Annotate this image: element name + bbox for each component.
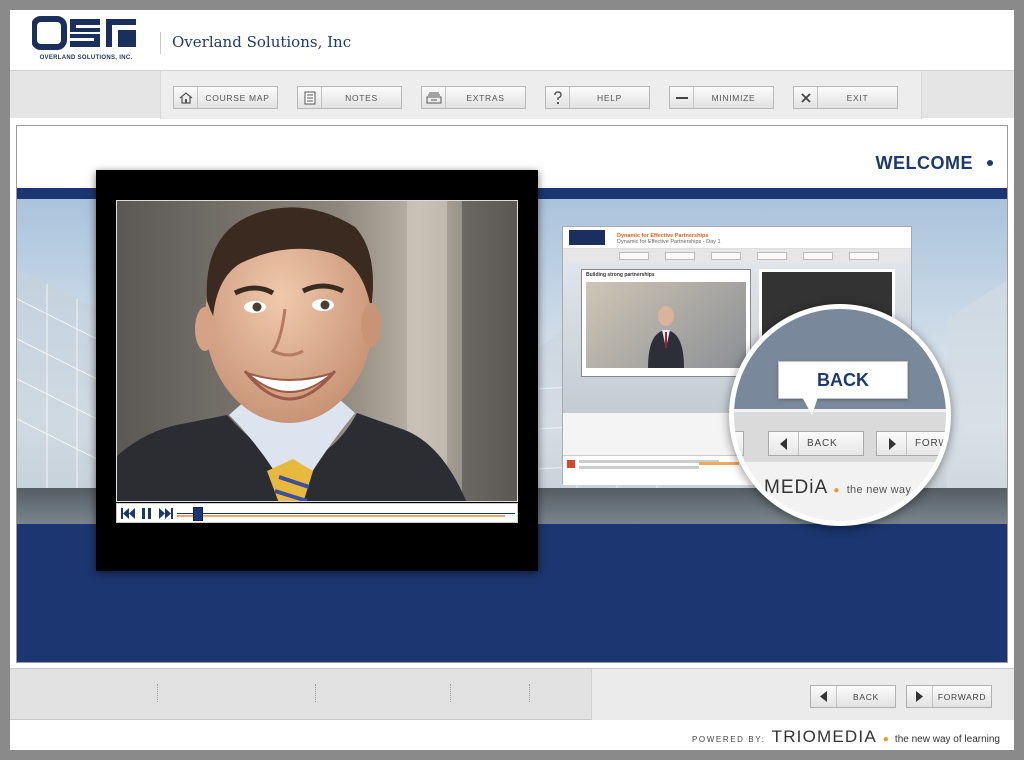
preview-toolbar-button [711,252,741,260]
preview-video-frame [586,282,746,368]
buffer-fill [177,515,505,517]
presenter-figure [648,306,684,368]
preview-alert-icon [567,460,575,468]
close-icon [794,87,818,108]
help-button[interactable]: HELP [545,86,650,109]
brand-dot: ● [882,734,889,745]
back-label: BACK [853,691,879,702]
preview-text-line [579,460,719,463]
preview-progress [699,462,739,465]
video-scrubber[interactable] [193,507,203,521]
bottom-nav: BACK FORWARD [10,668,1014,721]
forward-button[interactable]: FORWARD [906,685,992,708]
fast-forward-icon[interactable] [157,506,174,521]
magnifier-forward-button: FORW [876,431,949,456]
back-button[interactable]: BACK [810,685,896,708]
nav-divider [450,684,451,702]
minimize-label: MINIMIZE [711,92,756,103]
magnifier-back-button: BACK [768,431,864,456]
brand-tagline: the new way of learning [894,734,1000,745]
nav-divider [529,684,530,702]
preview-logo [569,230,605,245]
track-line [177,513,515,514]
help-icon [546,87,570,108]
rewind-icon[interactable] [119,506,136,521]
video-player [96,170,538,571]
extras-label: EXTRAS [466,92,505,103]
chevron-right-icon [877,432,907,455]
preview-subtitle: Dynamic for Effective Partnerships - Day… [617,239,721,245]
preview-toolbar-button [619,252,649,260]
magnifier-forward-label: FORW [915,438,949,449]
toolbar: COURSE MAP NOTES EXTRAS HELP MINIMIZE EX… [10,70,1014,119]
chevron-left-icon [769,432,799,455]
pause-icon[interactable] [138,506,155,521]
nav-divider [157,684,158,702]
chevron-left-icon [811,686,837,707]
triomedia-logo: TRIOMEDIA [771,727,877,746]
video-controls [116,503,518,523]
page-title: WELCOME [875,153,973,173]
exit-label: EXIT [846,92,869,103]
magnifier-callout: BACK D BACK FORW MEDiA ● the new way [729,304,951,526]
title-bullet [987,160,993,166]
header-divider [160,32,161,54]
forward-label: FORWARD [937,691,987,702]
extras-button[interactable]: EXTRAS [421,86,526,109]
course-map-button[interactable]: COURSE MAP [173,86,278,109]
header: OVERLAND SOLUTIONS, INC. Overland Soluti… [10,10,1014,70]
app-frame: OVERLAND SOLUTIONS, INC. Overland Soluti… [10,10,1014,750]
qsi-logo-mark [31,16,136,50]
nav-buttons-panel: BACK FORWARD [591,669,1014,721]
video-screen[interactable] [116,200,518,502]
preview-title: Dynamic for Effective Partnerships Dynam… [617,233,721,245]
speaker-video-frame [117,201,517,501]
company-name: Overland Solutions, Inc [172,33,352,51]
toolbar-buttons: COURSE MAP NOTES EXTRAS HELP MINIMIZE EX… [160,71,922,119]
logo-subtitle: OVERLAND SOLUTIONS, INC. [39,55,133,61]
minimize-icon [670,87,694,108]
powered-by-label: POWERED BY: [692,735,766,744]
preview-toolbar-button [665,252,695,260]
preview-section-label: Building strong partnerships [586,272,655,278]
magnifier-back-label: BACK [807,438,838,449]
course-map-label: COURSE MAP [205,92,270,103]
extras-icon [422,87,446,108]
home-icon [174,87,198,108]
preview-toolbar-button [849,252,879,260]
notes-label: NOTES [345,92,378,103]
preview-video-panel: Building strong partnerships [581,269,751,377]
notes-icon [298,87,322,108]
chevron-right-icon [907,686,933,707]
nav-divider [315,684,316,702]
preview-text-line [579,466,699,469]
preview-toolbar-button [757,252,787,260]
notes-button[interactable]: NOTES [297,86,402,109]
powered-by: POWERED BY: TRIOMEDIA ● the new way of l… [692,727,1000,747]
help-label: HELP [596,92,622,103]
minimize-button[interactable]: MINIMIZE [669,86,774,109]
footer: POWERED BY: TRIOMEDIA ● the new way of l… [10,720,1014,750]
exit-button[interactable]: EXIT [793,86,898,109]
preview-toolbar [563,249,911,263]
tooltip-tail [802,397,818,415]
back-tooltip: BACK [778,361,908,399]
preview-toolbar-button [803,252,833,260]
company-logo: OVERLAND SOLUTIONS, INC. [31,16,140,64]
video-progress-track[interactable] [177,507,515,521]
preview-header: Dynamic for Effective Partnerships Dynam… [563,227,911,249]
magnifier-brand: MEDiA ● the new way [764,477,912,498]
